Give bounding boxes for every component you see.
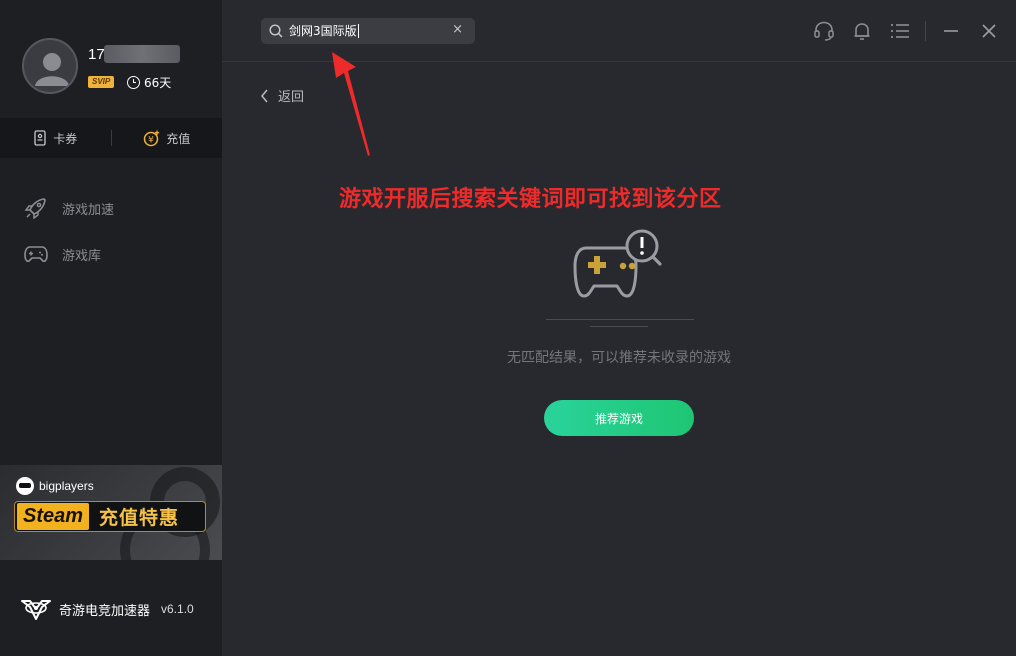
search-icon (269, 24, 283, 38)
sidebar-item-label: 游戏加速 (62, 202, 115, 218)
sidebar-item-label: 游戏库 (62, 248, 102, 264)
minimize-button[interactable] (932, 0, 970, 62)
search-value: 剑网3国际版 (289, 24, 359, 38)
annotation-arrow-icon (332, 52, 370, 156)
membership-days-text: 66天 (144, 76, 172, 90)
controls-divider (925, 21, 926, 41)
chevron-left-icon (261, 89, 268, 102)
coin-plus-icon: ¥ (143, 130, 160, 146)
bigplayers-label: bigplayers (39, 479, 94, 493)
steam-promo-tag: Steam 充值特惠 (14, 501, 206, 532)
bigplayers-logo-icon (16, 477, 34, 495)
window-controls (805, 0, 1016, 62)
gamepad-icon (24, 246, 48, 263)
gamepad-search-icon (573, 229, 662, 298)
user-avatar-icon[interactable] (22, 38, 78, 94)
search-input[interactable]: 剑网3国际版 × (261, 18, 475, 44)
annotation-text: 游戏开服后搜索关键词即可找到该分区 (339, 187, 722, 212)
empty-divider (546, 319, 694, 320)
sidebar-nav: 游戏加速 游戏库 (0, 185, 222, 277)
notifications-button[interactable] (843, 0, 881, 62)
headset-icon (814, 21, 834, 41)
membership-days: 66天 (127, 74, 171, 91)
close-button[interactable] (970, 0, 1008, 62)
rocket-icon (24, 198, 46, 219)
empty-divider (590, 326, 648, 327)
support-button[interactable] (805, 0, 843, 62)
recommend-game-button[interactable]: 推荐游戏 (544, 400, 694, 436)
svg-text:¥: ¥ (148, 135, 154, 145)
recharge-button[interactable]: ¥ 充值 (112, 130, 223, 147)
vip-badge: SVIP (88, 76, 115, 88)
app-logo-icon (21, 600, 51, 620)
bigplayers-brand: bigplayers (16, 477, 94, 495)
user-profile: 17 SVIP 66天 (0, 0, 222, 118)
sidebar: 17 SVIP 66天 卡券 ¥ 充值 游戏加速 游戏库 bigplayers … (0, 0, 222, 656)
menu-list-icon (891, 24, 909, 38)
close-icon (982, 24, 996, 38)
clock-icon (127, 76, 140, 89)
username-redacted (104, 45, 180, 63)
search-clear-button[interactable]: × (452, 22, 463, 37)
back-label: 返回 (278, 90, 305, 105)
sidebar-item-game-boost[interactable]: 游戏加速 (0, 185, 222, 231)
app-name: 奇游电竞加速器 (59, 603, 151, 619)
coupon-label: 卡券 (53, 131, 78, 146)
app-version: v6.1.0 (161, 602, 194, 616)
app-brand: 奇游电竞加速器 v6.1.0 (20, 595, 194, 623)
empty-state-text: 无匹配结果，可以推荐未收录的游戏 (507, 350, 731, 366)
back-button[interactable]: 返回 (260, 86, 304, 105)
minimize-icon (944, 30, 958, 32)
steam-promo-banner[interactable]: bigplayers Steam 充值特惠 (0, 465, 222, 560)
username: 17 (88, 46, 105, 63)
promo-text: 充值特惠 (99, 507, 180, 529)
wallet-bar: 卡券 ¥ 充值 (0, 118, 222, 158)
recharge-label: 充值 (166, 131, 191, 146)
steam-word: Steam (17, 503, 90, 530)
coupon-button[interactable]: 卡券 (0, 130, 111, 147)
bell-icon (854, 23, 870, 40)
sidebar-item-game-library[interactable]: 游戏库 (0, 231, 222, 277)
menu-button[interactable] (881, 0, 919, 62)
coupon-icon (34, 130, 46, 146)
